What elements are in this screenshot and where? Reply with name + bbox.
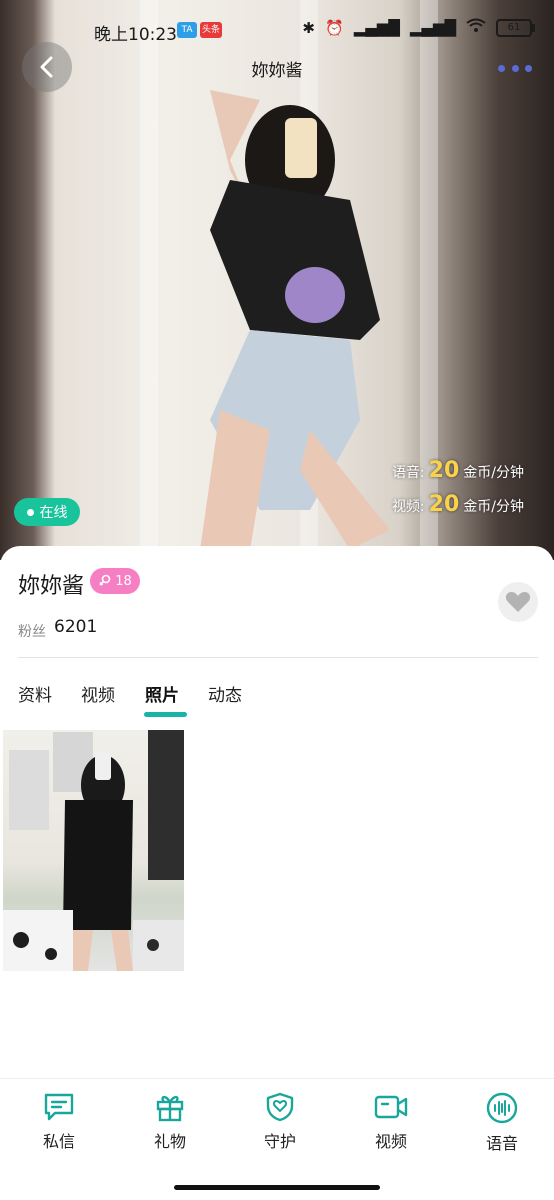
more-dot-icon — [498, 64, 505, 72]
home-indicator[interactable] — [174, 1185, 380, 1190]
voice-call-label: 语音 — [485, 1134, 518, 1153]
video-price: 视频: 20 金币/分钟 — [392, 492, 524, 517]
status-app-badge: TA — [177, 22, 197, 38]
active-tab-indicator — [144, 712, 187, 717]
nav-title: 妳妳酱 — [251, 61, 303, 81]
voice-call-button[interactable]: 语音 — [467, 1092, 537, 1154]
tab-profile-info[interactable]: 资料 — [18, 681, 52, 706]
video-price-label: 视频: — [391, 499, 425, 515]
tab-moments[interactable]: 动态 — [208, 681, 242, 706]
wifi-icon — [466, 18, 486, 38]
cover-figure-illustration — [200, 90, 390, 550]
profile-name: 妳妳酱 — [18, 574, 85, 599]
gift-icon — [156, 1095, 184, 1122]
signal-icon: ▂▄▆█ — [353, 19, 400, 37]
voice-price-value: 20 — [428, 458, 460, 483]
tab-videos[interactable]: 视频 — [81, 681, 115, 706]
guard-label: 守护 — [263, 1132, 296, 1151]
status-time: 晚上10:23 — [94, 25, 177, 45]
fans-count: 6201 — [54, 617, 98, 637]
photo-illustration — [3, 730, 184, 971]
alarm-icon: ⏰ — [325, 19, 344, 37]
voice-price-label: 语音: — [391, 465, 425, 481]
chat-icon — [44, 1093, 74, 1121]
level-value: 18 — [115, 573, 132, 589]
more-dot-icon — [525, 64, 532, 72]
video-call-label: 视频 — [374, 1132, 407, 1151]
message-label: 私信 — [42, 1132, 75, 1151]
fans-label: 粉丝 — [18, 624, 46, 640]
gift-button[interactable]: 礼物 — [135, 1092, 205, 1152]
like-button[interactable] — [498, 582, 538, 622]
battery-icon: 61 — [496, 19, 535, 37]
status-bar: 晚上10:23 TA 头条 ✱ ⏰ ▂▄▆█ ▂▄▆█ 61 — [0, 0, 554, 60]
message-button[interactable]: 私信 — [24, 1092, 94, 1152]
shield-heart-icon — [266, 1092, 294, 1122]
level-badge: 18 — [90, 568, 140, 594]
more-dot-icon — [511, 64, 519, 72]
voice-wave-icon — [486, 1092, 518, 1124]
video-price-value: 20 — [428, 492, 460, 517]
online-status-label: 在线 — [39, 505, 68, 521]
signal-icon: ▂▄▆█ — [409, 19, 456, 37]
curtain-fold — [140, 0, 158, 560]
tab-photos[interactable]: 照片 — [145, 681, 179, 706]
voice-price: 语音: 20 金币/分钟 — [392, 458, 524, 483]
divider — [18, 657, 538, 658]
heart-icon — [505, 592, 531, 612]
voice-price-unit: 金币/分钟 — [463, 465, 524, 481]
photo-thumbnail[interactable] — [3, 730, 184, 971]
online-dot-icon — [26, 508, 34, 516]
more-options-button[interactable] — [498, 58, 532, 78]
online-status-badge: 在线 — [14, 498, 80, 526]
status-icons: ✱ ⏰ ▂▄▆█ ▂▄▆█ 61 — [302, 18, 535, 38]
video-price-unit: 金币/分钟 — [463, 499, 524, 515]
female-symbol-icon — [99, 574, 111, 586]
bluetooth-icon: ✱ — [302, 19, 315, 37]
status-app-badge: 头条 — [200, 22, 222, 38]
gift-label: 礼物 — [153, 1132, 186, 1151]
video-call-button[interactable]: 视频 — [356, 1092, 426, 1152]
guard-button[interactable]: 守护 — [245, 1092, 315, 1152]
video-camera-icon — [374, 1095, 408, 1119]
